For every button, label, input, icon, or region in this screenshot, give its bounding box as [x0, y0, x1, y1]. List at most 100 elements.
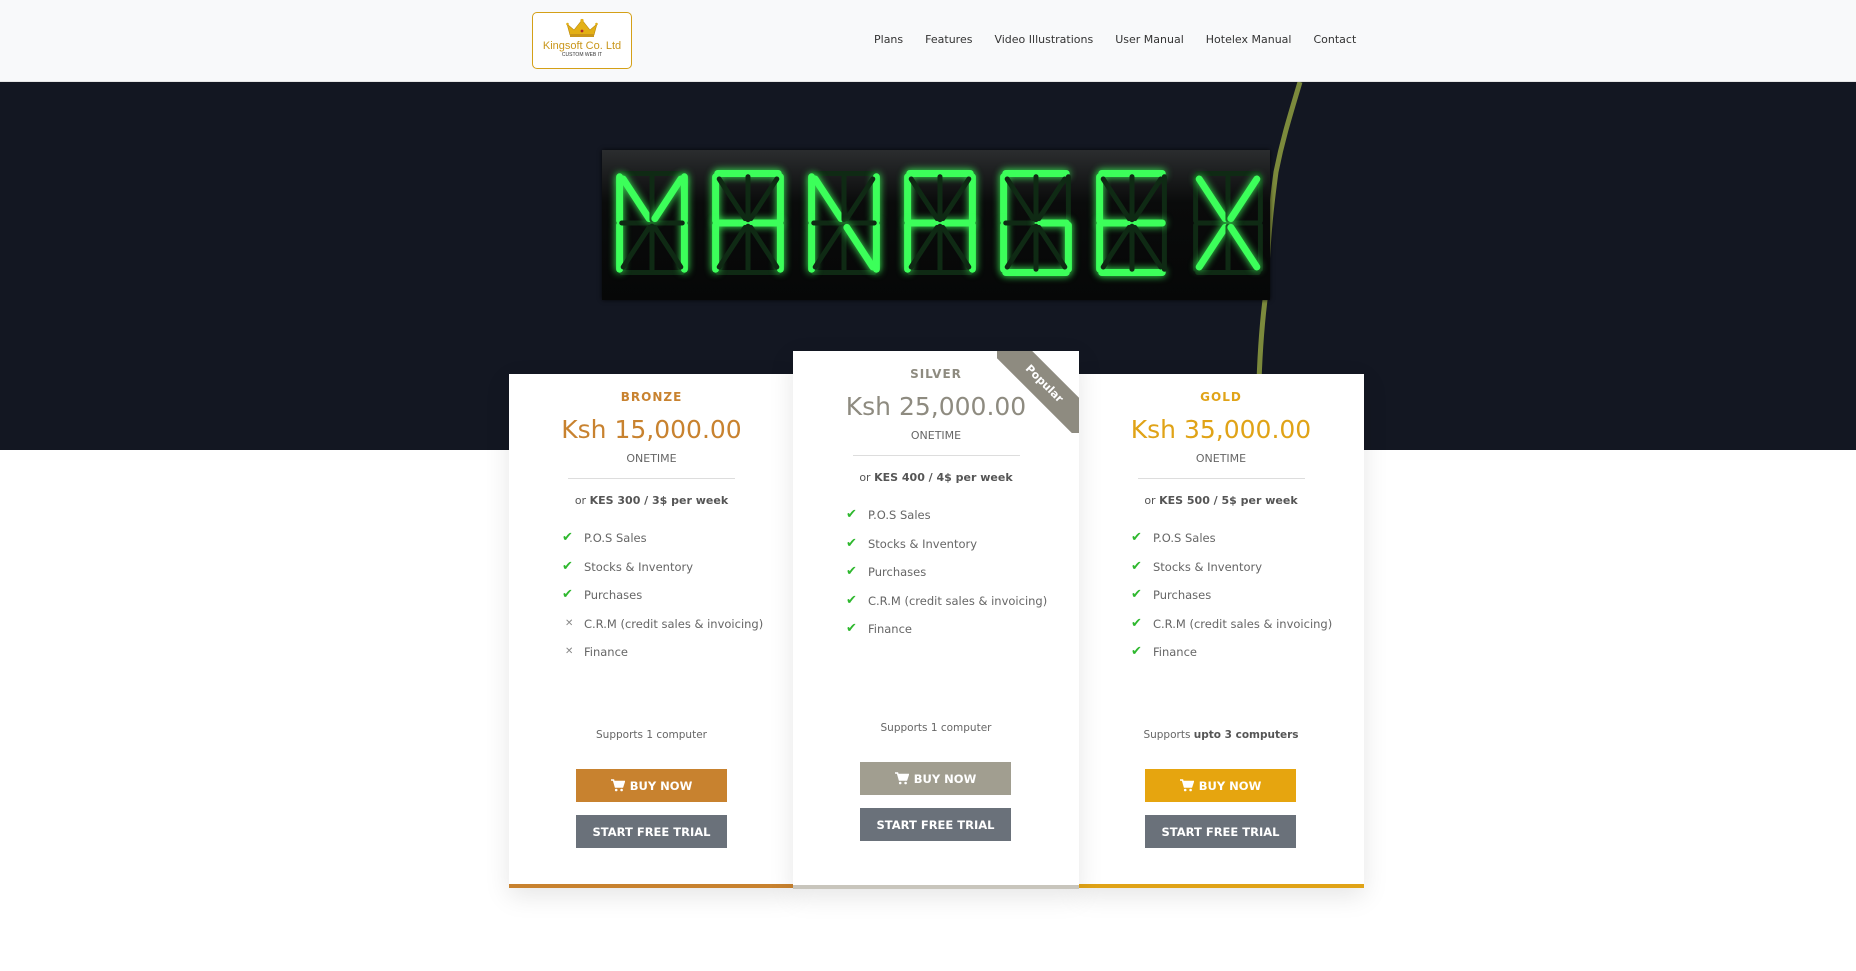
led-segment-n-l-off [812, 224, 844, 270]
check-icon: ✔ [1131, 587, 1142, 603]
check-icon: ✔ [846, 564, 857, 580]
led-segment-x-h-on [1195, 175, 1229, 223]
feature-list: ✔ P.O.S Sales ✔ Stocks & Inventory ✔ Purcha… [1131, 531, 1364, 674]
company-logo[interactable]: Kingsoft Co. Ltd CUSTOM WEB IT [532, 12, 632, 69]
plan-period: ONETIME [1195, 452, 1247, 465]
plan-price: Ksh 15,000.00 [561, 415, 742, 444]
divider [568, 478, 735, 479]
led-segment-x-n-on [1227, 223, 1261, 271]
feature-item: ✔ Stocks & Inventory [1131, 559, 1364, 589]
feature-label: Finance [1153, 645, 1197, 660]
check-icon: ✔ [846, 535, 857, 551]
trial-label: START FREE TRIAL [1161, 824, 1280, 839]
feature-item: ✕ Finance [562, 645, 794, 674]
popular-ribbon: Popular [997, 351, 1079, 433]
weekly-price: or KES 300 / 3$ per week [509, 494, 794, 507]
popular-badge: Popular [997, 351, 1079, 433]
led-segment-e-h-off [1100, 176, 1132, 222]
weekly-value: KES 500 / 5$ per week [1159, 494, 1298, 507]
weekly-value: KES 400 / 4$ per week [874, 471, 1013, 484]
feature-item: ✔ Purchases [562, 588, 794, 617]
plan-name: BRONZE [620, 390, 683, 404]
feature-label: Finance [584, 645, 628, 660]
plan-price: Ksh 35,000.00 [1130, 415, 1312, 444]
divider [852, 455, 1020, 456]
led-segment-n-n-on [843, 223, 877, 271]
plan-name: GOLD [1200, 390, 1242, 404]
check-icon: ✔ [1131, 530, 1142, 545]
supports-prefix: Supports [880, 722, 928, 734]
start-free-trial-button[interactable]: START FREE TRIAL [860, 808, 1011, 841]
check-icon: ✔ [846, 621, 857, 637]
check-icon: ✔ [846, 592, 857, 608]
led-segment-e-n-off [1132, 224, 1164, 270]
divider [1137, 478, 1305, 479]
check-icon: ✔ [562, 587, 573, 603]
start-free-trial-button[interactable]: START FREE TRIAL [1145, 815, 1296, 848]
nav-video-illustrations[interactable]: Video Illustrations [994, 33, 1093, 46]
led-segment-a-n-off [748, 224, 780, 270]
supports-text: Supports 1 computer [793, 722, 1079, 734]
feature-list: ✔ P.O.S Sales ✔ Stocks & Inventory ✔ Purcha… [846, 508, 1079, 651]
supports-value: upto 3 computers [1193, 729, 1299, 741]
nav-features[interactable]: Features [925, 33, 972, 46]
buy-now-button[interactable]: BUY NOW [576, 769, 727, 802]
led-segment-a-h-off [908, 176, 940, 222]
led-segment-n-h-on [811, 175, 845, 223]
weekly-value: KES 300 / 3$ per week [589, 494, 729, 507]
supports-text: Supports upto 3 computers [1078, 729, 1364, 741]
led-segment-e-l-off [1100, 224, 1132, 270]
buy-now-button[interactable]: BUY NOW [1145, 769, 1296, 802]
led-segment-e-k-off [1132, 176, 1164, 222]
check-icon: ✔ [1131, 615, 1142, 631]
feature-label: Stocks & Inventory [868, 536, 978, 551]
feature-label: P.O.S Sales [584, 531, 647, 545]
led-segment-x-l-on [1195, 223, 1229, 271]
feature-label: Purchases [584, 588, 643, 603]
plan-period: ONETIME [626, 452, 677, 465]
led-segment-a-k-off [748, 176, 780, 222]
check-icon: ✔ [562, 530, 573, 545]
trial-label: START FREE TRIAL [592, 824, 711, 839]
start-free-trial-button[interactable]: START FREE TRIAL [576, 815, 727, 848]
logo-tagline: CUSTOM WEB IT [561, 52, 603, 58]
feature-label: P.O.S Sales [868, 508, 931, 522]
plan-card-silver: Popular SILVER Ksh 25,000.00 ONETIME or … [793, 351, 1079, 889]
supports-prefix: Supports [1143, 729, 1191, 741]
cart-icon [894, 772, 909, 785]
plan-card-gold: GOLD Ksh 35,000.00 ONETIME or KES 500 / … [1078, 374, 1364, 888]
feature-item: ✔ C.R.M (credit sales & invoicing) [1131, 615, 1364, 646]
supports-value: 1 computer [930, 722, 992, 734]
buy-now-label: BUY NOW [913, 771, 977, 786]
buy-now-label: BUY NOW [629, 778, 693, 793]
cross-icon: ✕ [565, 646, 574, 658]
led-segment-x-k-on [1227, 175, 1261, 223]
crown-icon [566, 18, 598, 37]
feature-label: Purchases [1153, 588, 1212, 603]
cross-icon: ✕ [565, 617, 574, 629]
nav-user-manual[interactable]: User Manual [1115, 33, 1184, 46]
led-segment-a-l-off [716, 224, 748, 270]
buy-now-button[interactable]: BUY NOW [860, 762, 1011, 795]
led-segment-m-h-on [619, 175, 653, 223]
feature-item: ✔ Purchases [846, 565, 1079, 594]
feature-label: Purchases [868, 565, 927, 580]
led-segment-g-n-off [1036, 224, 1068, 270]
cart-icon [610, 779, 625, 792]
weekly-price: or KES 400 / 4$ per week [793, 471, 1079, 484]
trial-label: START FREE TRIAL [876, 817, 995, 832]
led-segment-m-k-on [651, 175, 685, 223]
led-segment-g-h-off [1004, 176, 1036, 222]
site-header: Kingsoft Co. Ltd CUSTOM WEB IT Plans Fea… [0, 0, 1856, 82]
plan-card-bronze: BRONZE Ksh 15,000.00 ONETIME or KES 300 … [509, 374, 794, 888]
nav-plans[interactable]: Plans [874, 33, 903, 46]
supports-prefix: Supports [596, 729, 643, 741]
weekly-prefix: or [859, 471, 871, 484]
feature-item: ✔ Stocks & Inventory [846, 535, 1079, 566]
weekly-price: or KES 500 / 5$ per week [1078, 494, 1364, 507]
nav-contact[interactable]: Contact [1313, 33, 1356, 46]
buy-now-label: BUY NOW [1198, 778, 1262, 793]
feature-label: Stocks & Inventory [1153, 559, 1263, 574]
feature-label: P.O.S Sales [1153, 531, 1216, 545]
nav-hotelex-manual[interactable]: Hotelex Manual [1206, 33, 1292, 46]
